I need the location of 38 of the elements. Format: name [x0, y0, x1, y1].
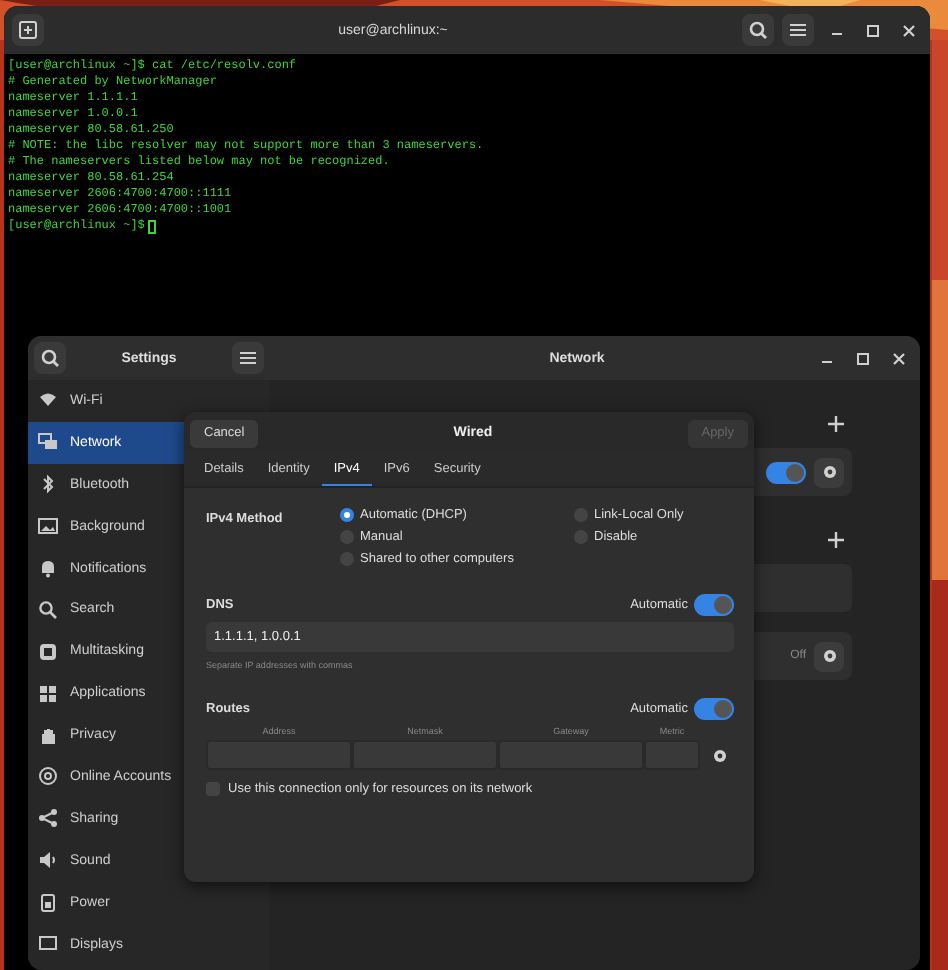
close-icon: [889, 349, 907, 367]
multitasking-icon: [38, 641, 58, 662]
cursor: [148, 219, 157, 233]
search-button[interactable]: [34, 342, 66, 374]
search-icon: [38, 599, 58, 620]
bell-icon: [38, 558, 58, 578]
grid-icon: [38, 683, 58, 704]
close-icon: [899, 21, 917, 39]
settings-button[interactable]: [814, 641, 844, 671]
toggle-switch[interactable]: [694, 698, 734, 720]
plus-icon: [826, 414, 846, 434]
toggle-switch[interactable]: [766, 461, 806, 483]
toggle-switch[interactable]: [694, 594, 734, 616]
newtab-icon: [18, 20, 38, 40]
network-icon: [38, 432, 58, 453]
image-icon: [38, 516, 58, 537]
max-icon: [853, 349, 871, 367]
battery-icon: [38, 892, 58, 913]
monitor-icon: [38, 934, 58, 955]
gear-icon: [821, 648, 837, 664]
hand-icon: [38, 725, 58, 746]
menu-button[interactable]: [782, 14, 814, 46]
menu-icon: [788, 20, 808, 40]
share-icon: [38, 808, 58, 829]
plus-icon: [826, 530, 846, 550]
gear-icon: [712, 747, 728, 763]
gear-icon: [821, 464, 837, 480]
search-icon: [40, 348, 60, 368]
new-tab-button[interactable]: [12, 14, 44, 46]
bluetooth-icon: [38, 474, 58, 495]
search-icon: [748, 20, 768, 40]
menu-icon: [238, 348, 258, 368]
max-icon: [863, 21, 881, 39]
menu-button[interactable]: [232, 342, 264, 374]
settings-button[interactable]: [814, 457, 844, 487]
speaker-icon: [38, 850, 58, 871]
wifi-icon: [38, 390, 58, 411]
search-button[interactable]: [742, 14, 774, 46]
